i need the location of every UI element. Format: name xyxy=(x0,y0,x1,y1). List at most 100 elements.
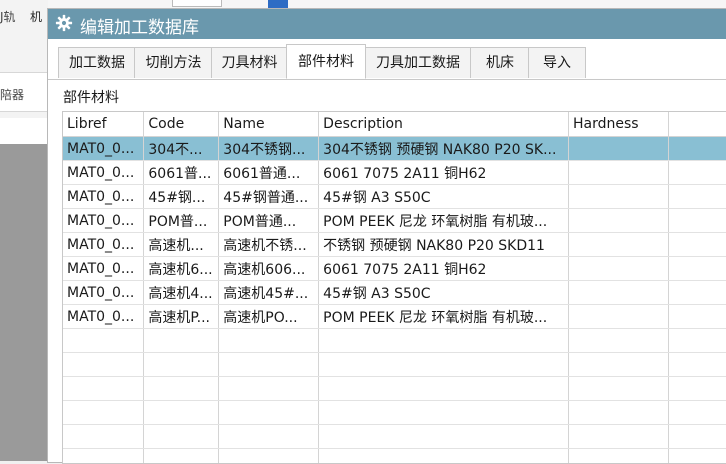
column-header-description[interactable]: Description xyxy=(319,112,569,137)
tab-machining-data[interactable]: 加工数据 xyxy=(58,47,136,78)
cell-name: 304不锈钢... xyxy=(219,137,319,161)
cell-description: 304不锈钢 预硬钢 NAK80 P20 SK... xyxy=(319,137,569,161)
cell-code: POM普... xyxy=(144,209,219,233)
cell-hardness xyxy=(569,161,669,185)
empty-cell xyxy=(219,377,319,401)
edit-machining-database-dialog: 编辑加工数据库 加工数据 切削方法 刀具材料 部件材料 刀具加工数据 机床 导入… xyxy=(47,8,726,463)
tab-import[interactable]: 导入 xyxy=(528,47,586,78)
table-row[interactable]: MAT0_0...高速机6...高速机606...6061 7075 2A11 … xyxy=(63,257,726,281)
table-row[interactable]: MAT0_0...45#钢...45#钢普通...45#钢 A3 S50C xyxy=(63,185,726,209)
table-row[interactable]: MAT0_0...高速机4...高速机45#...45#钢 A3 S50C xyxy=(63,281,726,305)
cell-libref: MAT0_0... xyxy=(63,161,144,185)
table-row[interactable]: MAT0_0...POM普...POM普通...POM PEEK 尼龙 环氧树脂… xyxy=(63,209,726,233)
empty-cell xyxy=(63,377,144,401)
empty-cell xyxy=(219,401,319,425)
cell-name: 6061普通... xyxy=(219,161,319,185)
cell-hardness xyxy=(569,281,669,305)
empty-cell xyxy=(668,329,726,353)
empty-row xyxy=(63,377,726,401)
empty-cell xyxy=(144,401,219,425)
empty-cell xyxy=(319,377,569,401)
cell-hardness xyxy=(569,305,669,329)
column-header-code[interactable]: Code xyxy=(144,112,219,137)
background-field xyxy=(0,118,48,145)
cell-hardness xyxy=(569,137,669,161)
cell-libref: MAT0_0... xyxy=(63,185,144,209)
cell-description: 6061 7075 2A11 铜H62 xyxy=(319,257,569,281)
tab-tool-machining-data[interactable]: 刀具加工数据 xyxy=(364,47,472,78)
background-label: 陪器 xyxy=(0,86,24,103)
gear-icon xyxy=(55,14,73,32)
empty-cell xyxy=(144,449,219,464)
cell-filler xyxy=(668,305,726,329)
cell-name: 高速机PO... xyxy=(219,305,319,329)
empty-cell xyxy=(144,329,219,353)
column-header-name[interactable]: Name xyxy=(219,112,319,137)
table-row[interactable]: MAT0_0...高速机...高速机不锈...不锈钢 预硬钢 NAK80 P20… xyxy=(63,233,726,257)
empty-cell xyxy=(319,329,569,353)
background-left-panel: J轨 机 陪器 xyxy=(0,0,49,461)
cell-description: POM PEEK 尼龙 环氧树脂 有机玻... xyxy=(319,305,569,329)
empty-cell xyxy=(668,353,726,377)
table-row[interactable]: MAT0_0...高速机P...高速机PO...POM PEEK 尼龙 环氧树脂… xyxy=(63,305,726,329)
cell-hardness xyxy=(569,257,669,281)
cell-name: 高速机45#... xyxy=(219,281,319,305)
cell-description: 6061 7075 2A11 铜H62 xyxy=(319,161,569,185)
cell-name: 高速机不锈... xyxy=(219,233,319,257)
empty-cell xyxy=(219,329,319,353)
part-material-table[interactable]: Libref Code Name Description Hardness MA… xyxy=(62,111,726,464)
tab-tool-material[interactable]: 刀具材料 xyxy=(211,47,288,78)
empty-cell xyxy=(668,401,726,425)
empty-row xyxy=(63,425,726,449)
table-row[interactable]: MAT0_0...304不...304不锈钢...304不锈钢 预硬钢 NAK8… xyxy=(63,137,726,161)
empty-cell xyxy=(63,401,144,425)
empty-cell xyxy=(569,425,669,449)
column-header-hardness[interactable]: Hardness xyxy=(569,112,669,137)
column-header-filler xyxy=(668,112,726,137)
background-label: J轨 xyxy=(0,8,16,25)
cell-hardness xyxy=(569,233,669,257)
empty-cell xyxy=(319,401,569,425)
empty-cell xyxy=(63,449,144,464)
empty-cell xyxy=(569,449,669,464)
empty-cell xyxy=(144,425,219,449)
cell-filler xyxy=(668,233,726,257)
cell-filler xyxy=(668,209,726,233)
cell-filler xyxy=(668,257,726,281)
empty-cell xyxy=(63,425,144,449)
empty-cell xyxy=(569,329,669,353)
cell-filler xyxy=(668,185,726,209)
cell-code: 高速机... xyxy=(144,233,219,257)
empty-cell xyxy=(319,449,569,464)
cell-hardness xyxy=(569,185,669,209)
cell-code: 高速机P... xyxy=(144,305,219,329)
empty-cell xyxy=(668,377,726,401)
dialog-titlebar[interactable]: 编辑加工数据库 xyxy=(48,9,726,39)
cell-code: 高速机6... xyxy=(144,257,219,281)
empty-cell xyxy=(219,353,319,377)
cell-libref: MAT0_0... xyxy=(63,209,144,233)
section-label: 部件材料 xyxy=(63,87,119,107)
cell-description: POM PEEK 尼龙 环氧树脂 有机玻... xyxy=(319,209,569,233)
cell-filler xyxy=(668,281,726,305)
column-header-libref[interactable]: Libref xyxy=(63,112,144,137)
table-header-row: Libref Code Name Description Hardness xyxy=(63,112,726,137)
tab-cutting-method[interactable]: 切削方法 xyxy=(134,47,213,78)
cell-code: 45#钢... xyxy=(144,185,219,209)
cell-description: 不锈钢 预硬钢 NAK80 P20 SKD11 xyxy=(319,233,569,257)
table-row[interactable]: MAT0_0...6061普...6061普通...6061 7075 2A11… xyxy=(63,161,726,185)
cell-libref: MAT0_0... xyxy=(63,281,144,305)
tab-part-material[interactable]: 部件材料 xyxy=(286,44,366,79)
background-tool-icon xyxy=(268,0,288,8)
cell-filler xyxy=(668,137,726,161)
cell-libref: MAT0_0... xyxy=(63,305,144,329)
cell-libref: MAT0_0... xyxy=(63,137,144,161)
cell-code: 6061普... xyxy=(144,161,219,185)
cell-libref: MAT0_0... xyxy=(63,257,144,281)
empty-cell xyxy=(144,353,219,377)
empty-cell xyxy=(668,425,726,449)
background-label: 机 xyxy=(30,8,42,25)
background-canvas xyxy=(0,144,48,461)
tab-machine[interactable]: 机床 xyxy=(470,47,530,78)
cell-filler xyxy=(668,161,726,185)
